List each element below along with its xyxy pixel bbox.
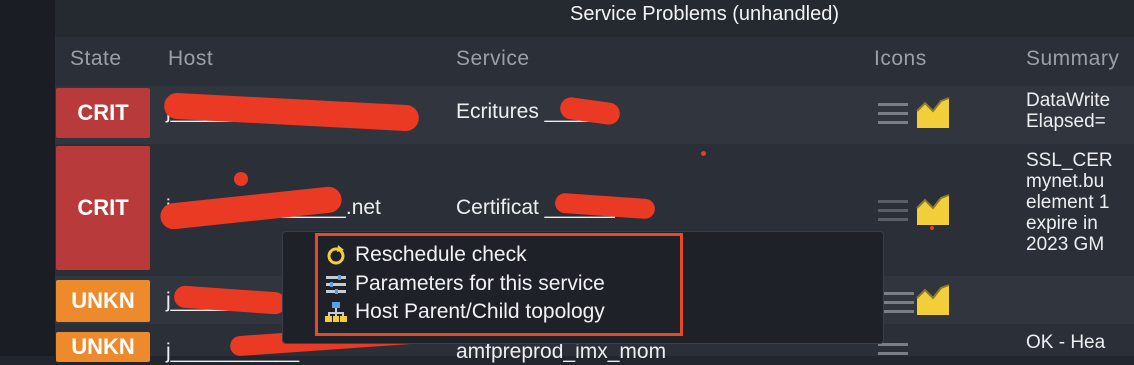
graph-icon[interactable] — [916, 97, 950, 129]
summary-text: DataWrite Elapsed= — [1026, 90, 1111, 132]
redaction-mark — [930, 226, 934, 230]
redaction-mark — [701, 151, 706, 156]
column-header-service[interactable]: Service — [456, 47, 530, 71]
menu-icon[interactable] — [878, 343, 908, 365]
menu-item-service-parameters[interactable]: Parameters for this service — [325, 270, 605, 298]
menu-item-host-topology[interactable]: Host Parent/Child topology — [325, 298, 605, 326]
state-badge: UNKN — [56, 280, 150, 322]
menu-item-reschedule-check[interactable]: Reschedule check — [325, 241, 527, 269]
column-header-state[interactable]: State — [70, 47, 122, 71]
panel-title: Service Problems (unhandled) — [570, 3, 840, 25]
graph-icon[interactable] — [916, 194, 950, 226]
reschedule-icon — [327, 245, 345, 265]
parameters-icon — [326, 275, 346, 294]
column-header-summary[interactable]: Summary — [1026, 47, 1119, 71]
column-header-host[interactable]: Host — [168, 47, 213, 71]
menu-item-label: Host Parent/Child topology — [355, 300, 605, 323]
state-badge: UNKN — [56, 332, 150, 362]
state-badge: CRIT — [56, 146, 150, 270]
graph-icon[interactable] — [916, 284, 950, 316]
topology-icon — [325, 302, 347, 322]
menu-item-label: Reschedule check — [355, 243, 527, 266]
redaction-mark — [234, 172, 248, 186]
menu-item-label: Parameters for this service — [355, 272, 605, 295]
state-badge: CRIT — [56, 88, 150, 138]
left-sidebar-rail — [0, 0, 55, 356]
summary-text: SSL_CER mynet.bu element 1 expire in 202… — [1026, 150, 1113, 255]
summary-text: OK - Hea — [1026, 332, 1106, 353]
menu-icon[interactable] — [884, 292, 914, 314]
menu-icon[interactable] — [878, 200, 908, 222]
column-header-icons: Icons — [874, 47, 927, 70]
menu-icon[interactable] — [878, 103, 908, 125]
